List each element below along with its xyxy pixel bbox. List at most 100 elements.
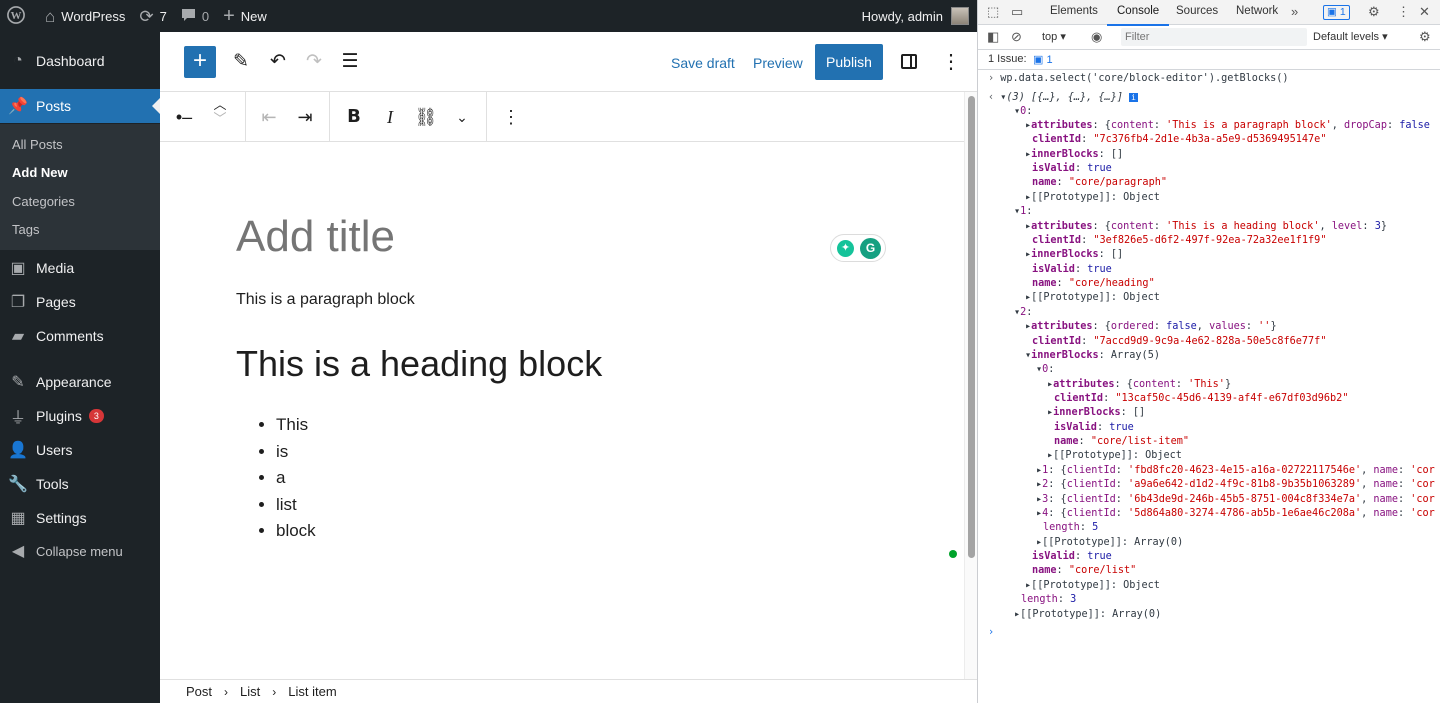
tree-row[interactable]: ▸attributes: {content: 'This'}	[1047, 378, 1231, 392]
outdent-button[interactable]: ⇤	[255, 103, 283, 131]
close-icon[interactable]: ✕	[1419, 4, 1430, 20]
tree-row[interactable]: ▸attributes: {ordered: false, values: ''…	[1025, 320, 1277, 334]
filter-input[interactable]	[1121, 28, 1307, 46]
tree-row[interactable]: ▾0:	[1014, 105, 1032, 119]
console-settings-icon[interactable]: ⚙	[1419, 29, 1431, 45]
context-selector[interactable]: top ▾	[1042, 30, 1066, 43]
menu-item-users[interactable]: 👤 Users	[0, 433, 160, 467]
link-button[interactable]: ⛓	[412, 103, 440, 131]
tree-row[interactable]: ▾2:	[1014, 306, 1032, 320]
issues-bar[interactable]: 1 Issue: ▣ 1	[978, 50, 1440, 70]
indent-button[interactable]: ⇥	[291, 103, 319, 131]
block-type-switcher[interactable]: •–	[170, 103, 198, 131]
scroll-thumb[interactable]	[968, 96, 975, 558]
chevron-down-icon[interactable]: ﹀	[206, 112, 234, 126]
menu-item-plugins[interactable]: ⏚ Plugins 3	[0, 399, 160, 433]
menu-item-appearance[interactable]: ✎ Appearance	[0, 365, 160, 399]
grammarly-widget[interactable]: ✦ G	[830, 234, 886, 262]
tools-button[interactable]: ✎	[227, 48, 255, 76]
menu-item-media[interactable]: ▣ Media	[0, 251, 160, 285]
menu-item-pages[interactable]: ❐ Pages	[0, 285, 160, 319]
preview-button[interactable]: Preview	[753, 55, 803, 71]
tree-row[interactable]: ▸attributes: {content: 'This is a paragr…	[1025, 119, 1430, 133]
editor-scrollbar[interactable]	[964, 92, 977, 679]
tab-elements[interactable]: Elements	[1050, 5, 1098, 17]
console-prompt[interactable]: ›	[988, 626, 994, 640]
italic-button[interactable]: I	[376, 103, 404, 131]
submenu-categories[interactable]: Categories	[12, 194, 75, 209]
eye-icon[interactable]: ◉	[1091, 29, 1102, 45]
options-menu-icon[interactable]: ⋮	[941, 48, 961, 76]
menu-item-dashboard[interactable]: ◔ Dashboard	[0, 44, 160, 78]
tree-row[interactable]: ▸3: {clientId: '6b43de9d-246b-45b5-8751-…	[1036, 493, 1435, 507]
tree-row[interactable]: ▸[[Prototype]]: Array(0)	[1014, 608, 1161, 622]
tree-row[interactable]: ▾0:	[1036, 363, 1054, 377]
breadcrumb-item-list[interactable]: List	[240, 684, 260, 699]
redo-button[interactable]: ↷	[300, 48, 328, 76]
menu-item-collapse[interactable]: ◀ Collapse menu	[0, 534, 160, 568]
breadcrumb-item-list-item[interactable]: List item	[288, 684, 336, 699]
device-toolbar-icon[interactable]: ▭	[1011, 4, 1023, 20]
site-name-link[interactable]: ⌂ WordPress	[38, 0, 132, 32]
tree-row[interactable]: ▸1: {clientId: 'fbd8fc20-4623-4e15-a16a-…	[1036, 464, 1435, 478]
menu-item-settings[interactable]: ▦ Settings	[0, 501, 160, 535]
tree-row[interactable]: ▸[[Prototype]]: Object	[1047, 449, 1182, 463]
heading-block[interactable]: This is a heading block	[236, 343, 602, 385]
new-content-link[interactable]: + New	[216, 0, 274, 32]
log-levels-dropdown[interactable]: Default levels ▾	[1313, 30, 1388, 43]
tree-row[interactable]: ▸innerBlocks: []	[1025, 148, 1123, 162]
document-overview-button[interactable]: ☰	[336, 48, 364, 76]
issues-badge[interactable]: ▣ 1	[1323, 5, 1350, 20]
submenu-all-posts[interactable]: All Posts	[12, 137, 63, 152]
tree-row[interactable]: ▸[[Prototype]]: Object	[1025, 291, 1160, 305]
tab-network[interactable]: Network	[1236, 5, 1278, 17]
tree-row[interactable]: ▸innerBlocks: []	[1025, 248, 1123, 262]
submenu-add-new[interactable]: Add New	[12, 165, 68, 180]
tab-console[interactable]: Console	[1106, 5, 1170, 26]
more-rich-text-button[interactable]: ⌄	[448, 103, 476, 131]
tree-row[interactable]: ▸innerBlocks: []	[1047, 406, 1145, 420]
list-item[interactable]: This	[276, 415, 316, 442]
tab-sources[interactable]: Sources	[1176, 5, 1218, 17]
tree-row[interactable]: ▸[[Prototype]]: Object	[1025, 191, 1160, 205]
move-buttons[interactable]: ︿ ﹀	[206, 98, 234, 126]
list-item[interactable]: block	[276, 521, 316, 548]
menu-item-tools[interactable]: 🔧 Tools	[0, 467, 160, 501]
more-tabs-icon[interactable]: »	[1291, 4, 1298, 19]
tree-row[interactable]: ▸2: {clientId: 'a9a6e642-d1d2-4f9c-81b8-…	[1036, 478, 1435, 492]
console-result-line[interactable]: ‹ ▾(3) [{…}, {…}, {…}] i	[988, 91, 1138, 105]
tree-row[interactable]: ▾innerBlocks: Array(5)	[1025, 349, 1160, 363]
block-inserter-button[interactable]: +	[184, 46, 216, 78]
menu-item-posts[interactable]: 📌 Posts	[0, 89, 160, 123]
list-item[interactable]: list	[276, 495, 316, 522]
publish-button[interactable]: Publish	[815, 44, 883, 80]
tree-row[interactable]: ▸4: {clientId: '5d864a80-3274-4786-ab5b-…	[1036, 507, 1435, 521]
clear-console-icon[interactable]: ⊘	[1011, 29, 1022, 45]
tree-row[interactable]: ▸[[Prototype]]: Object	[1025, 579, 1160, 593]
sidebar-toggle-icon[interactable]: ◧	[987, 29, 999, 45]
console-command-line[interactable]: › wp.data.select('core/block-editor').ge…	[988, 72, 1289, 86]
chevron-up-icon[interactable]: ︿	[206, 98, 234, 112]
updates-link[interactable]: ⟳ 7	[132, 0, 173, 32]
save-draft-button[interactable]: Save draft	[671, 55, 735, 71]
tree-row[interactable]: ▸[[Prototype]]: Array(0)	[1036, 536, 1183, 550]
post-title-input[interactable]: Add title	[236, 212, 395, 262]
list-block[interactable]: This is a list block	[276, 415, 316, 548]
settings-sidebar-toggle-icon[interactable]	[901, 54, 917, 69]
bold-button[interactable]: B	[340, 103, 368, 131]
more-vertical-icon[interactable]: ⋮	[1397, 4, 1410, 20]
submenu-tags[interactable]: Tags	[12, 222, 39, 237]
breadcrumb-item-post[interactable]: Post	[186, 684, 212, 699]
menu-item-comments[interactable]: ▰ Comments	[0, 319, 160, 353]
inspect-element-icon[interactable]: ⬚	[987, 4, 999, 20]
block-options-button[interactable]: ⋮	[497, 103, 525, 131]
list-item[interactable]: is	[276, 442, 316, 469]
comments-link[interactable]: 0	[174, 0, 216, 32]
gear-icon[interactable]: ⚙	[1368, 4, 1380, 20]
paragraph-block[interactable]: This is a paragraph block	[236, 291, 415, 309]
list-item[interactable]: a	[276, 468, 316, 495]
my-account-menu[interactable]: Howdy, admin	[862, 7, 977, 25]
issues-count[interactable]: ▣ 1	[1033, 53, 1053, 66]
tree-row[interactable]: ▾1:	[1014, 205, 1032, 219]
tree-row[interactable]: ▸attributes: {content: 'This is a headin…	[1025, 220, 1387, 234]
